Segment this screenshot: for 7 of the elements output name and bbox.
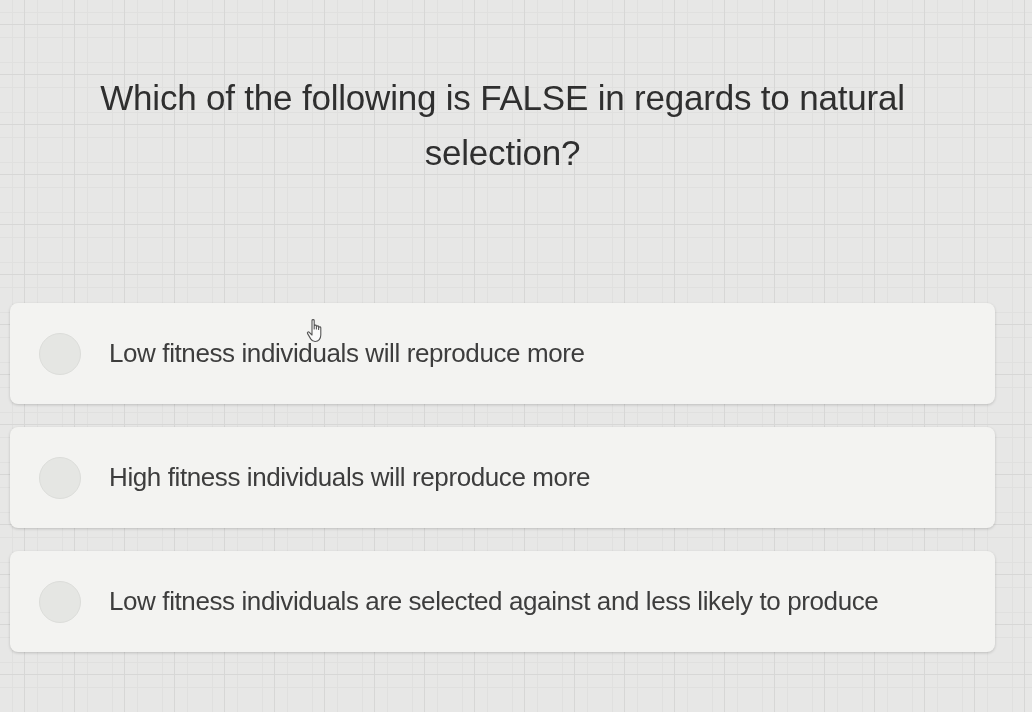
option-text: Low fitness individuals will reproduce more	[109, 338, 585, 369]
answer-option[interactable]: High fitness individuals will reproduce more	[10, 427, 995, 528]
answer-option[interactable]: Low fitness individuals are selected against and less likely to produce	[10, 551, 995, 652]
option-text: High fitness individuals will reproduce more	[109, 462, 590, 493]
answer-option[interactable]: Low fitness individuals will reproduce more	[10, 303, 995, 404]
option-text: Low fitness individuals are selected against and less likely to produce	[109, 586, 879, 617]
question-text: Which of the following is FALSE in regards to natural selection?	[99, 77, 906, 174]
